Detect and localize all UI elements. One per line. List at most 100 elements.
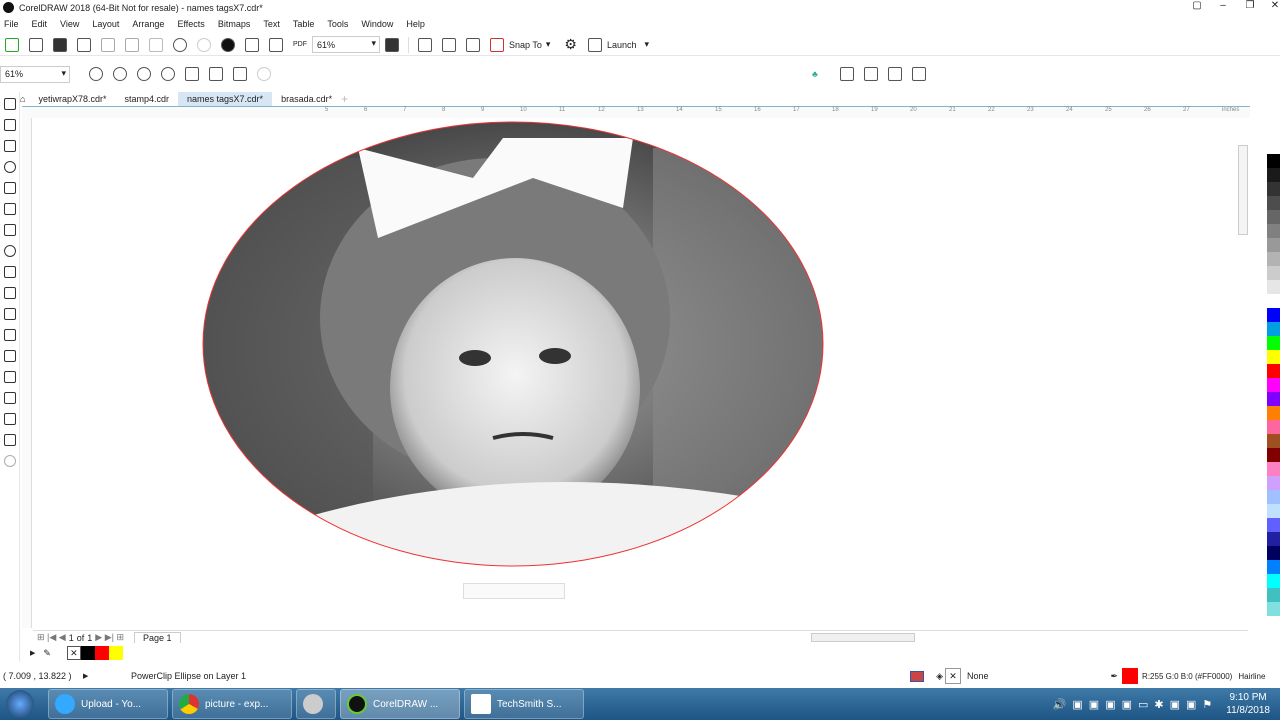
vertical-ruler[interactable] <box>22 118 32 628</box>
palette-swatch[interactable] <box>1267 364 1280 378</box>
clock[interactable]: 9:10 PM 11/8/2018 <box>1226 691 1270 717</box>
palette-swatch[interactable] <box>1267 168 1280 182</box>
show-rulers-icon[interactable] <box>418 37 432 52</box>
undo-icon[interactable] <box>173 37 187 52</box>
palette-swatch[interactable] <box>1267 602 1280 616</box>
redo-icon[interactable] <box>197 37 211 52</box>
connector-tool-icon[interactable] <box>4 329 16 341</box>
paste-icon[interactable] <box>149 37 163 52</box>
palette-swatch[interactable] <box>1267 574 1280 588</box>
palette-swatch[interactable] <box>1267 322 1280 336</box>
palette-swatch[interactable] <box>1267 420 1280 434</box>
document-palette-swatch[interactable] <box>108 646 123 660</box>
palette-swatch[interactable] <box>1267 546 1280 560</box>
open-icon[interactable] <box>29 37 43 52</box>
palette-swatch[interactable] <box>1267 196 1280 210</box>
options-gear-icon[interactable]: ⚙ <box>564 36 577 53</box>
shield-icon[interactable] <box>887 67 902 81</box>
palette-swatch[interactable] <box>1267 238 1280 252</box>
palette-swatch[interactable] <box>1267 532 1280 546</box>
palette-swatch[interactable] <box>1267 308 1280 322</box>
menu-window[interactable]: Window <box>361 19 393 29</box>
palette-swatch[interactable] <box>1267 504 1280 518</box>
cut-icon[interactable] <box>101 37 115 52</box>
pick-tool-icon[interactable] <box>4 98 16 110</box>
smart-fill-tool-icon[interactable] <box>4 434 16 446</box>
taskbar-ie[interactable]: Upload - Yo... <box>48 689 168 719</box>
document-palette-swatch[interactable] <box>94 646 109 660</box>
palette-swatch[interactable] <box>1267 588 1280 602</box>
palette-swatch[interactable] <box>1267 252 1280 266</box>
zoom-level-combo[interactable]: 61% <box>312 36 380 53</box>
new-tab-icon[interactable]: + <box>341 92 348 106</box>
zoom-to-page-width-icon[interactable] <box>209 67 223 81</box>
menu-help[interactable]: Help <box>406 19 425 29</box>
palette-swatch[interactable] <box>1267 490 1280 504</box>
palette-swatch[interactable] <box>1267 560 1280 574</box>
full-screen-icon[interactable] <box>385 37 399 52</box>
zoom-to-selected-icon[interactable] <box>137 67 151 81</box>
zoom-out-icon[interactable] <box>113 67 127 81</box>
menu-arrange[interactable]: Arrange <box>132 19 164 29</box>
palette-swatch[interactable] <box>1267 294 1280 308</box>
palette-swatch[interactable] <box>1267 392 1280 406</box>
ellipse-tool-icon[interactable] <box>4 245 16 257</box>
palette-swatch[interactable] <box>1267 266 1280 280</box>
start-button[interactable] <box>6 690 34 718</box>
zoom-to-all-objects-icon[interactable] <box>161 67 175 81</box>
add-page-before-icon[interactable]: ⊞ |◀ ◀ <box>37 632 66 643</box>
palette-swatch[interactable] <box>1267 518 1280 532</box>
restore-ribbon-icon[interactable]: ▢ <box>1184 0 1210 11</box>
next-page-icon[interactable]: ▶ ▶| ⊞ <box>95 632 124 643</box>
palette-swatch[interactable] <box>1267 350 1280 364</box>
rectangle-tool-icon[interactable] <box>4 224 16 236</box>
publish-pdf-icon[interactable]: PDF <box>293 41 307 48</box>
launch-icon[interactable] <box>587 37 602 52</box>
zoom-to-page-height-icon[interactable] <box>233 67 247 81</box>
snap-to-dropdown[interactable]: Snap To <box>509 40 542 50</box>
eyedropper-tool-icon[interactable] <box>4 392 16 404</box>
palette-swatch[interactable] <box>1267 434 1280 448</box>
text-tool-icon[interactable] <box>4 287 16 299</box>
tab-names-tags[interactable]: names tagsX7.cdr* <box>178 92 273 106</box>
parallel-dimension-tool-icon[interactable] <box>4 308 16 320</box>
menu-file[interactable]: File <box>4 19 19 29</box>
powerclip-ellipse[interactable] <box>33 118 1237 628</box>
drawing-canvas[interactable] <box>33 118 1237 628</box>
zoom-to-page-icon[interactable] <box>185 67 199 81</box>
no-color-swatch[interactable]: ✕ <box>66 646 81 660</box>
outline-color-swatch[interactable] <box>1122 668 1139 684</box>
transparency-tool-icon[interactable] <box>4 371 16 383</box>
taskbar-coreldraw[interactable]: CorelDRAW ... <box>340 689 460 719</box>
palette-swatch[interactable] <box>1267 378 1280 392</box>
tab-stamp4[interactable]: stamp4.cdr <box>115 92 178 106</box>
horizontal-ruler[interactable]: 5 6 7 8 9 10 11 12 13 14 15 16 17 18 19 20 21 22 23 24 25 26 2… <box>22 106 1250 118</box>
zoom-tool-icon[interactable] <box>4 161 16 173</box>
palette-swatch[interactable] <box>1267 476 1280 490</box>
vertical-scroll-thumb[interactable] <box>1238 145 1248 235</box>
expand-arrow-icon[interactable]: ▶ <box>30 649 35 657</box>
save-icon[interactable] <box>53 37 67 52</box>
palette-swatch[interactable] <box>1267 210 1280 224</box>
minimize-button[interactable]: – <box>1210 0 1236 11</box>
show-guidelines-icon[interactable] <box>466 37 480 52</box>
tab-yetiwrap[interactable]: yetiwrapX78.cdr* <box>29 92 115 106</box>
add-tool-icon[interactable] <box>4 455 16 467</box>
palette-swatch[interactable] <box>1267 280 1280 294</box>
menu-tools[interactable]: Tools <box>327 19 348 29</box>
menu-bitmaps[interactable]: Bitmaps <box>218 19 251 29</box>
frame-icon[interactable] <box>839 67 854 81</box>
palette-swatch[interactable] <box>1267 336 1280 350</box>
snap-off-icon[interactable] <box>490 37 504 52</box>
launch-dropdown[interactable]: Launch <box>607 40 637 50</box>
zoom-levels-combo[interactable]: 61% <box>0 65 70 83</box>
home-icon[interactable]: ⌂ <box>20 94 25 104</box>
menu-view[interactable]: View <box>60 19 79 29</box>
bitmap-icon[interactable] <box>911 67 926 81</box>
print-icon[interactable] <box>77 37 91 52</box>
search-content-icon[interactable] <box>221 37 235 52</box>
palette-swatch[interactable] <box>1267 224 1280 238</box>
menu-layout[interactable]: Layout <box>92 19 119 29</box>
export-icon[interactable] <box>269 37 283 52</box>
color-proof-icon[interactable] <box>910 670 925 682</box>
